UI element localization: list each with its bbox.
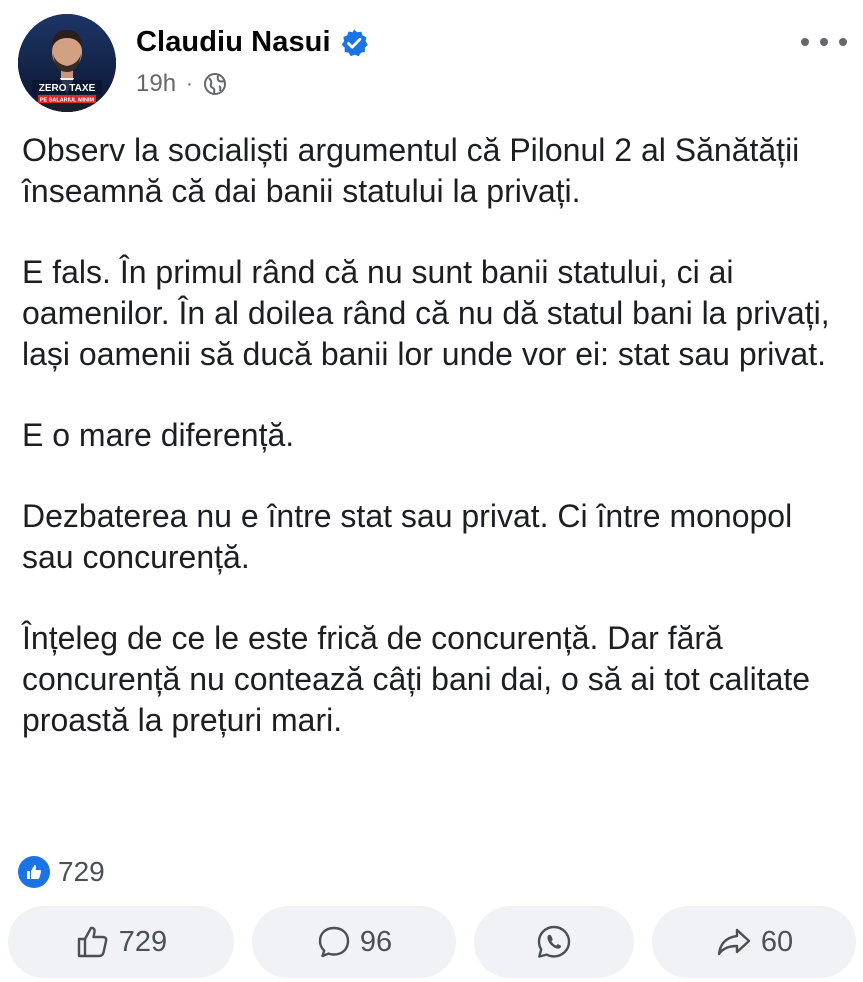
action-bar: 729 96 60 xyxy=(8,906,856,978)
avatar-banner-title: ZERO TAXE xyxy=(39,83,96,94)
post-paragraph: Observ la socialiști argumentul că Pilon… xyxy=(22,132,800,209)
post-paragraph: E o mare diferență. xyxy=(22,417,295,453)
author-name[interactable]: Claudiu Nasui xyxy=(136,26,331,59)
verified-badge-icon xyxy=(339,28,369,58)
like-button[interactable]: 729 xyxy=(8,906,234,978)
post-paragraph: E fals. În primul rând că nu sunt banii … xyxy=(22,254,830,372)
facebook-post: ZERO TAXE PE SALARIUL MINIM Claudiu Nasu… xyxy=(0,0,863,982)
thumbs-up-icon xyxy=(75,924,111,960)
comment-button[interactable]: 96 xyxy=(252,906,456,978)
whatsapp-icon xyxy=(535,923,573,961)
more-options-icon[interactable] xyxy=(801,30,847,54)
post-meta: 19h · xyxy=(136,70,227,98)
author-avatar[interactable]: ZERO TAXE PE SALARIUL MINIM xyxy=(18,14,116,112)
share-count: 60 xyxy=(760,925,794,958)
avatar-banner-subtitle: PE SALARIUL MINIM xyxy=(40,98,95,104)
whatsapp-share-button[interactable] xyxy=(474,906,634,978)
more-dot xyxy=(839,38,847,46)
like-count: 729 xyxy=(118,925,168,958)
author-header: Claudiu Nasui xyxy=(136,26,369,59)
more-dot xyxy=(801,38,809,46)
share-arrow-icon xyxy=(715,924,753,960)
comment-count: 96 xyxy=(359,925,393,958)
reaction-count: 729 xyxy=(58,856,105,887)
reaction-summary[interactable]: 729 xyxy=(18,856,105,888)
post-paragraph: Înțeleg de ce le este frică de concurenț… xyxy=(22,620,811,738)
post-paragraph: Dezbaterea nu e între stat sau privat. C… xyxy=(22,498,793,575)
post-text: Observ la socialiști argumentul că Pilon… xyxy=(22,130,842,781)
like-reaction-icon xyxy=(18,856,50,888)
globe-icon[interactable] xyxy=(203,72,227,96)
comment-icon xyxy=(316,924,352,960)
share-button[interactable]: 60 xyxy=(652,906,856,978)
meta-separator: · xyxy=(186,72,193,95)
more-dot xyxy=(820,38,828,46)
post-time[interactable]: 19h xyxy=(136,70,176,98)
